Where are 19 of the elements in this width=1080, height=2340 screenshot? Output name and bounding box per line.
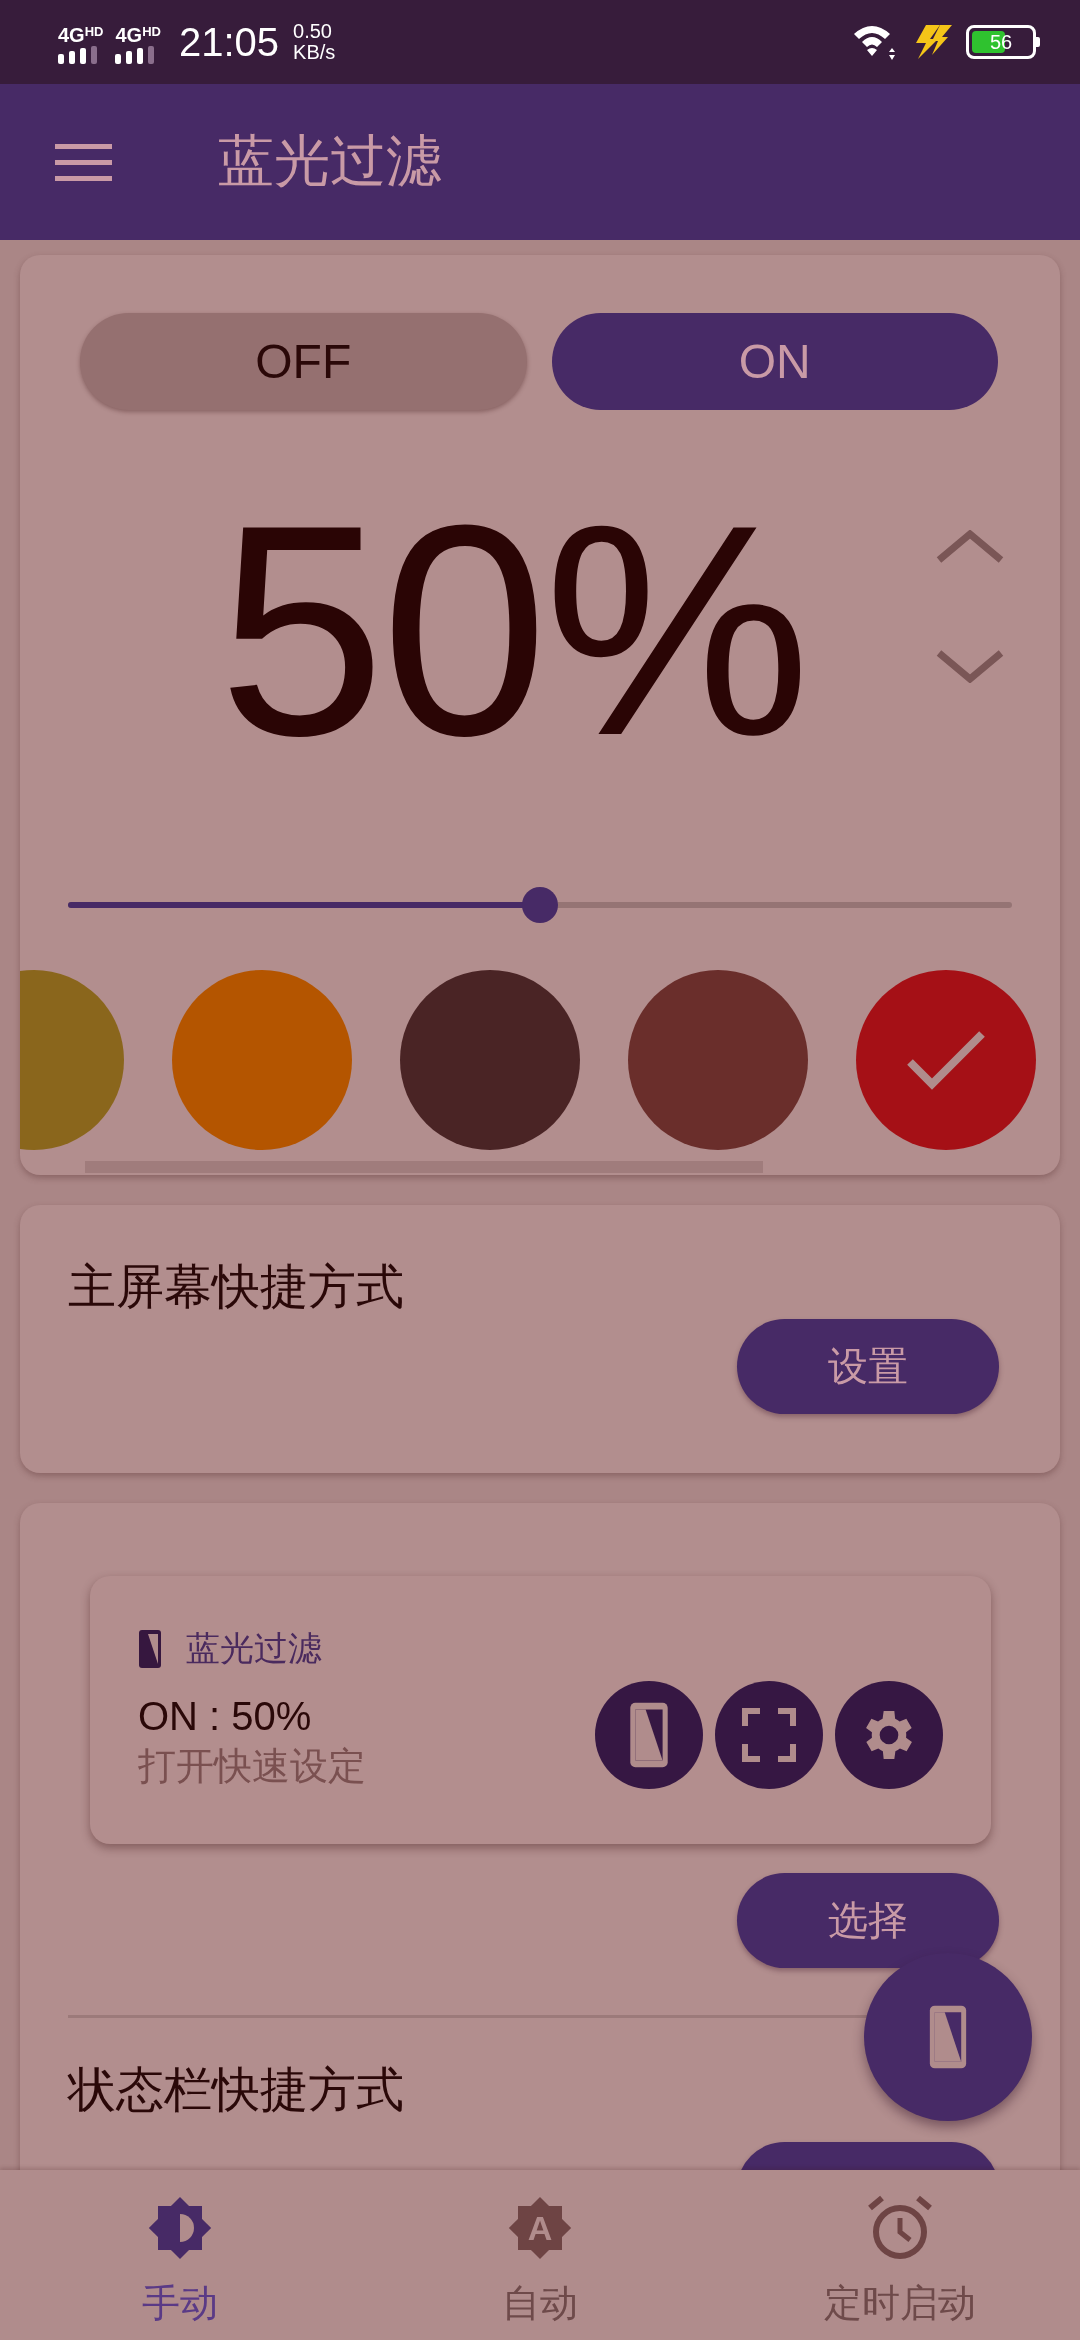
nav-tab[interactable]: 定时启动 xyxy=(720,2170,1080,2340)
network-type: 4G$^{HD}$ xyxy=(115,22,161,46)
settings-button[interactable]: 设置 xyxy=(737,1319,999,1414)
network-type: 4G$^{HD}$ xyxy=(58,22,104,46)
toggle-button[interactable]: ON xyxy=(551,313,998,410)
notification-subtitle: 打开快速设定 xyxy=(138,1744,367,1789)
filter-percentage: 50% xyxy=(218,480,807,780)
clock-time: 21:05 xyxy=(178,19,280,65)
section-title: 主屏幕快捷方式 xyxy=(68,1259,405,1315)
notification-status: ON : 50% xyxy=(138,1694,313,1739)
toggle-button[interactable]: OFF xyxy=(80,313,527,410)
nav-tab[interactable]: 手动 xyxy=(0,2170,360,2340)
select-button[interactable]: 选择 xyxy=(737,1873,999,1968)
network-speed: 0.50 xyxy=(293,21,333,42)
notification-app-name: 蓝光过滤 xyxy=(186,1628,322,1669)
app-title: 蓝光过滤 xyxy=(218,128,442,194)
nav-tab[interactable]: A 自动 xyxy=(360,2170,720,2340)
section-title: 状态栏快捷方式 xyxy=(68,2062,405,2118)
speed-unit: KB/s xyxy=(293,42,336,63)
